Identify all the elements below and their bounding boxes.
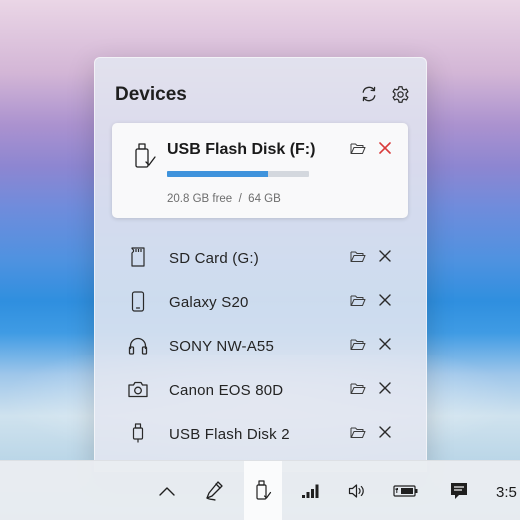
gear-icon bbox=[391, 85, 410, 104]
open-folder-button[interactable] bbox=[350, 338, 366, 351]
device-label: SD Card (G:) bbox=[169, 250, 259, 267]
close-icon bbox=[378, 141, 392, 155]
close-icon bbox=[378, 293, 392, 307]
device-label: Canon EOS 80D bbox=[169, 382, 284, 399]
folder-icon bbox=[350, 142, 366, 155]
close-icon bbox=[378, 381, 392, 395]
device-row-usb-flash-disk-2[interactable]: USB Flash Disk 2 bbox=[95, 412, 426, 456]
action-center-button[interactable] bbox=[440, 461, 478, 520]
notification-icon bbox=[450, 482, 468, 500]
signal-icon bbox=[301, 483, 321, 499]
folder-icon bbox=[350, 250, 366, 263]
headphones-icon bbox=[127, 334, 149, 356]
device-label: SONY NW-A55 bbox=[169, 338, 275, 355]
volume-icon bbox=[348, 483, 366, 499]
battery-button[interactable] bbox=[387, 461, 425, 520]
folder-icon bbox=[350, 426, 366, 439]
close-icon bbox=[378, 249, 392, 263]
open-folder-button[interactable] bbox=[350, 294, 366, 307]
device-label: Galaxy S20 bbox=[169, 294, 249, 311]
eject-button[interactable] bbox=[378, 293, 392, 307]
open-folder-button[interactable] bbox=[350, 142, 366, 155]
storage-text: 20.8 GB free / 64 GB bbox=[167, 193, 281, 205]
eject-button[interactable] bbox=[378, 381, 392, 395]
close-icon bbox=[378, 337, 392, 351]
open-folder-button[interactable] bbox=[350, 250, 366, 263]
devices-flyout: Devices USB Flash Disk (F:) 20.8 GB free… bbox=[94, 57, 427, 472]
device-list: SD Card (G:) Galaxy S20 SONY NW-A55 Cano… bbox=[95, 236, 426, 456]
device-label: USB Flash Disk 2 bbox=[169, 426, 290, 443]
show-hidden-icons-button[interactable] bbox=[148, 461, 186, 520]
eject-button[interactable] bbox=[378, 249, 392, 263]
refresh-icon bbox=[360, 85, 378, 103]
folder-icon bbox=[350, 294, 366, 307]
device-row-galaxy-s20[interactable]: Galaxy S20 bbox=[95, 280, 426, 324]
device-row-sd-card[interactable]: SD Card (G:) bbox=[95, 236, 426, 280]
device-row-sony-nw-a55[interactable]: SONY NW-A55 bbox=[95, 324, 426, 368]
taskbar: 3:5 bbox=[0, 460, 520, 520]
battery-icon bbox=[393, 484, 419, 498]
flyout-title: Devices bbox=[115, 84, 187, 105]
camera-icon bbox=[127, 378, 149, 400]
folder-icon bbox=[350, 382, 366, 395]
usb-drive-icon bbox=[254, 480, 272, 502]
phone-icon bbox=[127, 290, 149, 312]
settings-button[interactable] bbox=[388, 82, 412, 106]
active-device-name: USB Flash Disk (F:) bbox=[167, 141, 316, 158]
usb-drive-icon bbox=[127, 422, 149, 444]
storage-progress-bar bbox=[167, 171, 309, 177]
open-folder-button[interactable] bbox=[350, 426, 366, 439]
sd-card-icon bbox=[127, 246, 149, 268]
refresh-button[interactable] bbox=[357, 82, 381, 106]
eject-button[interactable] bbox=[378, 337, 392, 351]
volume-button[interactable] bbox=[338, 461, 376, 520]
device-row-canon-eos-80d[interactable]: Canon EOS 80D bbox=[95, 368, 426, 412]
pen-menu-button[interactable] bbox=[195, 461, 233, 520]
close-icon bbox=[378, 425, 392, 439]
usb-drive-icon bbox=[132, 143, 156, 169]
clock[interactable]: 3:5 bbox=[496, 484, 517, 501]
network-button[interactable] bbox=[292, 461, 330, 520]
chevron-up-icon bbox=[158, 485, 176, 497]
eject-button[interactable] bbox=[378, 425, 392, 439]
storage-progress-fill bbox=[167, 171, 268, 177]
folder-icon bbox=[350, 338, 366, 351]
devices-tray-button[interactable] bbox=[244, 461, 282, 520]
open-folder-button[interactable] bbox=[350, 382, 366, 395]
eject-button[interactable] bbox=[378, 141, 392, 155]
pen-icon bbox=[204, 480, 224, 502]
active-device-card[interactable]: USB Flash Disk (F:) 20.8 GB free / 64 GB bbox=[112, 123, 408, 218]
